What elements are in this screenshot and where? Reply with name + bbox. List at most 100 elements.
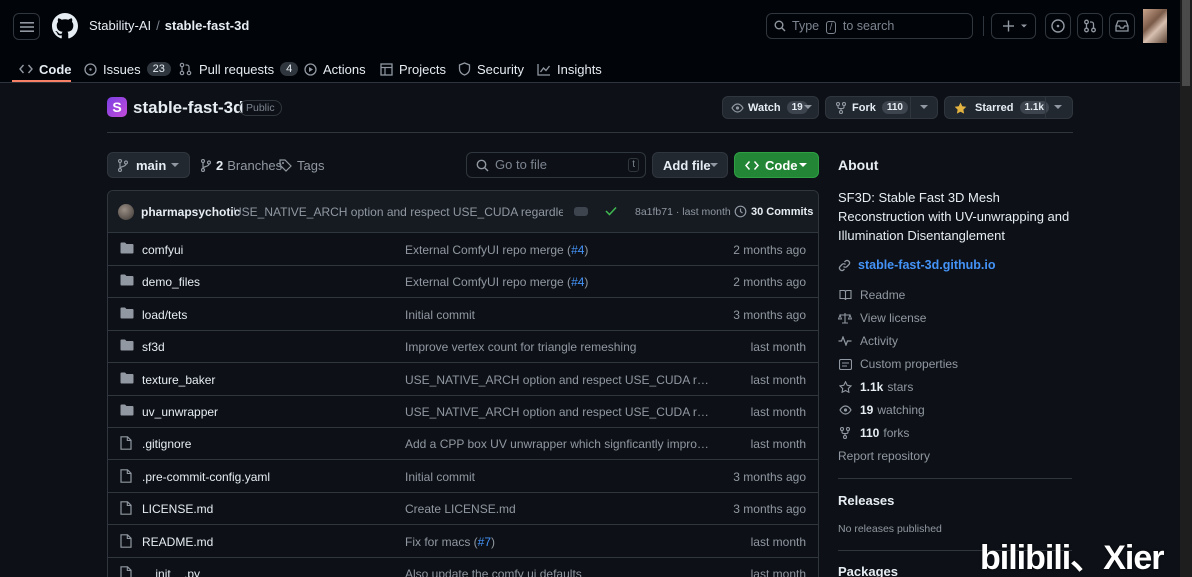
tags-link[interactable]: Tags — [279, 152, 324, 178]
file-date: last month — [750, 437, 806, 452]
file-commit-message[interactable]: Fix for macs (#7) — [405, 535, 713, 549]
file-name[interactable]: LICENSE.md — [142, 502, 213, 516]
pull-request-icon — [179, 62, 192, 76]
file-commit-message[interactable]: Add a CPP box UV unwrapper which signfic… — [405, 437, 713, 451]
code-button[interactable]: Code — [734, 152, 819, 178]
user-avatar[interactable] — [1143, 9, 1167, 43]
issues-button[interactable] — [1045, 13, 1071, 39]
commit-expand-ellipsis-icon[interactable] — [574, 207, 588, 216]
file-commit-message[interactable]: Initial commit — [405, 470, 713, 484]
custom-properties-link[interactable]: Custom properties — [838, 357, 958, 371]
breadcrumb-repo[interactable]: stable-fast-3d — [165, 18, 250, 33]
file-commit-message[interactable]: USE_NATIVE_ARCH option and respect USE_C… — [405, 373, 713, 387]
file-name[interactable]: sf3d — [142, 340, 165, 354]
file-name[interactable]: load/tets — [142, 308, 187, 322]
file-name[interactable]: README.md — [142, 535, 213, 549]
file-row[interactable]: LICENSE.md Create LICENSE.md 3 months ago — [108, 493, 818, 526]
tab-pull-requests[interactable]: Pull requests 4 — [179, 57, 299, 81]
link-icon — [838, 259, 851, 272]
file-row[interactable]: demo_files External ComfyUI repo merge (#… — [108, 266, 818, 299]
forks-link[interactable]: 110 forks — [838, 426, 909, 440]
file-name[interactable]: .pre-commit-config.yaml — [142, 470, 270, 484]
file-date: last month — [750, 340, 806, 355]
file-commit-message[interactable]: Also update the comfy ui defaults — [405, 567, 713, 577]
tab-projects[interactable]: Projects — [380, 57, 446, 81]
file-commit-text: Also update the comfy ui defaults — [405, 567, 582, 577]
chevron-down-icon[interactable] — [804, 105, 812, 110]
scrollbar-thumb[interactable] — [1182, 0, 1190, 86]
file-row[interactable]: README.md Fix for macs (#7) last month — [108, 526, 818, 558]
tab-code[interactable]: Code — [19, 57, 72, 81]
watching-link[interactable]: 19 watching — [838, 403, 925, 417]
packages-heading[interactable]: Packages — [838, 564, 898, 577]
title-divider — [107, 132, 1073, 133]
commit-author-avatar[interactable] — [118, 204, 134, 220]
tab-security[interactable]: Security — [458, 57, 524, 81]
chevron-down-icon[interactable] — [920, 105, 928, 110]
star-button[interactable]: Starred 1.1k — [944, 96, 1073, 119]
file-name[interactable]: texture_baker — [142, 373, 215, 387]
file-row[interactable]: comfyui External ComfyUI repo merge (#4) 2… — [108, 234, 818, 266]
chevron-down-icon[interactable] — [1054, 105, 1062, 110]
stars-link[interactable]: 1.1k stars — [838, 380, 913, 394]
readme-link[interactable]: Readme — [838, 288, 905, 302]
file-date: last month — [750, 372, 806, 387]
file-row[interactable]: load/tets Initial commit 3 months ago — [108, 299, 818, 331]
breadcrumb-owner[interactable]: Stability-AI — [89, 18, 151, 33]
check-icon[interactable] — [605, 206, 617, 216]
file-commit-message[interactable]: Improve vertex count for triangle remesh… — [405, 340, 713, 354]
file-name[interactable]: __init__.py — [142, 567, 200, 577]
file-row[interactable]: texture_baker USE_NATIVE_ARCH option and … — [108, 364, 818, 396]
file-row[interactable]: .pre-commit-config.yaml Initial commit 3 m… — [108, 461, 818, 493]
stars-number: 1.1k — [860, 380, 884, 394]
file-name[interactable]: uv_unwrapper — [142, 405, 218, 419]
report-repository-link[interactable]: Report repository — [838, 449, 930, 463]
create-new-button[interactable] — [991, 13, 1036, 39]
file-row[interactable]: sf3d Improve vertex count for triangle re… — [108, 331, 818, 364]
file-name[interactable]: comfyui — [142, 243, 183, 257]
activity-link[interactable]: Activity — [838, 334, 898, 348]
tags-label: Tags — [297, 157, 325, 173]
inbox-button[interactable] — [1109, 13, 1135, 39]
github-logo-icon[interactable] — [52, 13, 78, 39]
pull-requests-button[interactable] — [1077, 13, 1103, 39]
branches-count: 2 — [216, 157, 224, 173]
scrollbar[interactable] — [1180, 0, 1192, 577]
commit-message[interactable]: USE_NATIVE_ARCH option and respect USE_C… — [233, 205, 563, 219]
shield-icon — [458, 62, 471, 76]
file-commit-message[interactable]: USE_NATIVE_ARCH option and respect USE_C… — [405, 405, 713, 419]
file-row[interactable]: .gitignore Add a CPP box UV unwrapper whi… — [108, 428, 818, 461]
commits-history-link[interactable]: 30 Commits — [734, 205, 813, 218]
file-name[interactable]: .gitignore — [142, 437, 191, 451]
releases-heading[interactable]: Releases — [838, 493, 894, 508]
watch-button[interactable]: Watch 19 — [722, 96, 819, 119]
search-input[interactable]: Type / to search — [766, 13, 973, 39]
branches-link[interactable]: 2 Branches — [201, 152, 282, 178]
issue-icon — [84, 62, 97, 76]
tab-insights[interactable]: Insights — [537, 57, 602, 81]
commit-author[interactable]: pharmapsychotic — [141, 205, 240, 219]
repo-name[interactable]: stable-fast-3d — [133, 98, 244, 118]
tab-actions[interactable]: Actions — [304, 57, 366, 81]
file-commit-message[interactable]: External ComfyUI repo merge (#4) — [405, 275, 713, 289]
file-commit-pr-link[interactable]: #4 — [571, 275, 584, 289]
file-commit-message[interactable]: Create LICENSE.md — [405, 502, 713, 516]
file-commit-message[interactable]: Initial commit — [405, 308, 713, 322]
tab-issues[interactable]: Issues 23 — [84, 57, 171, 81]
file-row[interactable]: uv_unwrapper USE_NATIVE_ARCH option and r… — [108, 396, 818, 428]
file-commit-text: Initial commit — [405, 469, 476, 484]
file-commit-message[interactable]: External ComfyUI repo merge (#4) — [405, 243, 713, 257]
hamburger-menu-button[interactable] — [13, 13, 40, 40]
file-commit-pr-link[interactable]: #4 — [571, 243, 584, 257]
fork-button[interactable]: Fork 110 — [825, 96, 938, 119]
branch-select-button[interactable]: main — [107, 152, 190, 178]
homepage-link[interactable]: stable-fast-3d.github.io — [838, 258, 996, 272]
go-to-file-input[interactable]: Go to file t — [466, 152, 646, 178]
commit-hash-time[interactable]: 8a1fb71 · last month — [635, 206, 731, 218]
file-commit-pr-link[interactable]: #7 — [478, 535, 491, 549]
file-row[interactable]: __init__.py Also update the comfy ui defa… — [108, 558, 818, 577]
eye-icon — [838, 405, 852, 415]
file-name[interactable]: demo_files — [142, 275, 200, 289]
add-file-button[interactable]: Add file — [652, 152, 728, 178]
license-link[interactable]: View license — [838, 311, 926, 325]
